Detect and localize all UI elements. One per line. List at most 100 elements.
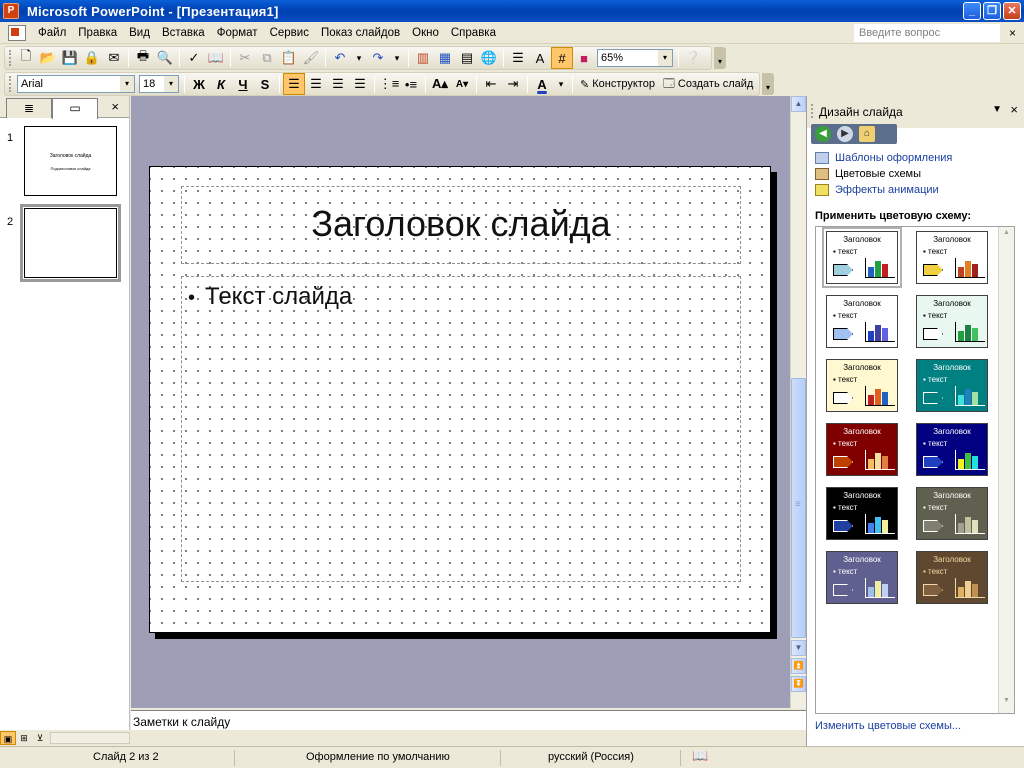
scroll-up-icon[interactable]: ▲ xyxy=(1000,229,1013,243)
spelling-status-icon[interactable]: 📖 xyxy=(692,748,708,764)
justify-icon[interactable]: ☰ xyxy=(349,73,371,95)
color-scheme-option[interactable]: Заголовок ▪ текст xyxy=(916,295,988,348)
font-color-icon[interactable]: A xyxy=(531,73,553,95)
print-preview-icon[interactable]: 🔍 xyxy=(154,47,176,69)
gallery-scrollbar[interactable]: ▲ ▼ xyxy=(998,227,1014,713)
insert-chart-icon[interactable]: ▥ xyxy=(412,47,434,69)
bullets-icon[interactable]: •≡ xyxy=(400,73,422,95)
italic-button[interactable]: К xyxy=(210,73,232,95)
horizontal-scrollbar[interactable] xyxy=(50,732,130,744)
link-color-schemes[interactable]: Цветовые схемы xyxy=(815,168,921,180)
underline-button[interactable]: Ч xyxy=(232,73,254,95)
menu-format[interactable]: Формат xyxy=(211,23,264,43)
toolbar-options-icon[interactable]: ▾ xyxy=(762,73,774,95)
scroll-down-icon[interactable]: ▼ xyxy=(1000,697,1013,711)
align-center-icon[interactable]: ☰ xyxy=(305,73,327,95)
zoom-select[interactable]: 65% ▾ xyxy=(597,49,673,67)
help-question-input[interactable]: Введите вопрос xyxy=(854,24,1000,42)
shadow-button[interactable]: S xyxy=(254,73,276,95)
increase-indent-icon[interactable]: ⇥ xyxy=(502,73,524,95)
menu-edit[interactable]: Правка xyxy=(72,23,123,43)
powerpoint-app-icon[interactable]: P xyxy=(3,3,19,19)
designer-button[interactable]: ✎ Конструктор xyxy=(576,78,659,91)
new-document-icon[interactable]: 🗋 xyxy=(15,47,37,69)
scroll-thumb[interactable] xyxy=(791,378,806,638)
color-scheme-option[interactable]: Заголовок ▪ текст xyxy=(826,295,898,348)
task-pane-menu-icon[interactable]: ▼ xyxy=(992,104,1002,115)
research-icon[interactable]: 📖 xyxy=(205,47,227,69)
tab-outline[interactable]: ≣ xyxy=(6,98,52,118)
color-grayscale-icon[interactable]: ■ xyxy=(573,47,595,69)
help-icon[interactable]: ❔ xyxy=(682,47,704,69)
email-icon[interactable]: ✉ xyxy=(103,47,125,69)
expand-all-icon[interactable]: ☰ xyxy=(507,47,529,69)
menu-slideshow[interactable]: Показ слайдов xyxy=(315,23,406,43)
link-design-templates[interactable]: Шаблоны оформления xyxy=(815,152,952,164)
document-icon[interactable] xyxy=(8,24,26,41)
back-icon[interactable]: ◀ xyxy=(815,126,831,142)
numbering-icon[interactable]: ⋮≡ xyxy=(378,73,400,95)
menu-help[interactable]: Справка xyxy=(445,23,502,43)
chevron-down-icon[interactable]: ▾ xyxy=(120,76,134,92)
slide-thumbnail-1[interactable]: Заголовок слайда Подзаголовок слайда xyxy=(24,126,117,196)
format-painter-icon[interactable]: 🖌 xyxy=(300,47,322,69)
font-select[interactable]: Arial ▾ xyxy=(17,75,135,93)
color-scheme-option[interactable]: Заголовок ▪ текст xyxy=(916,359,988,412)
minimize-button[interactable]: _ xyxy=(963,2,981,20)
notes-field[interactable]: Заметки к слайду xyxy=(131,710,806,730)
title-placeholder[interactable]: Заголовок слайда xyxy=(181,186,741,264)
color-scheme-option[interactable]: Заголовок ▪ текст xyxy=(826,551,898,604)
redo-icon[interactable]: ↷ xyxy=(367,47,389,69)
toolbar-grip[interactable] xyxy=(9,50,12,66)
next-slide-icon[interactable]: ⏬ xyxy=(791,676,806,692)
slide-sorter-view-icon[interactable]: ⊞ xyxy=(16,731,32,745)
close-icon[interactable]: × xyxy=(1010,102,1018,117)
link-animation-schemes[interactable]: Эффекты анимации xyxy=(815,184,939,196)
chevron-down-icon[interactable]: ▾ xyxy=(658,50,672,66)
color-scheme-option[interactable]: Заголовок ▪ текст xyxy=(822,227,902,288)
body-placeholder[interactable]: • Текст слайда xyxy=(181,276,741,582)
save-icon[interactable]: 💾 xyxy=(59,47,81,69)
undo-icon[interactable]: ↶ xyxy=(329,47,351,69)
close-icon[interactable]: × xyxy=(111,98,119,116)
insert-table-icon[interactable]: ▦ xyxy=(434,47,456,69)
new-slide-button[interactable]: 🗔 Создать слайд xyxy=(659,75,757,94)
color-scheme-option[interactable]: Заголовок ▪ текст xyxy=(826,423,898,476)
open-folder-icon[interactable]: 📂 xyxy=(37,47,59,69)
slideshow-view-icon[interactable]: ⊻ xyxy=(32,731,48,745)
paste-icon[interactable]: 📋 xyxy=(278,47,300,69)
color-scheme-option[interactable]: Заголовок ▪ текст xyxy=(916,231,988,284)
print-icon[interactable]: 🖶 xyxy=(132,47,154,69)
previous-slide-icon[interactable]: ⏫ xyxy=(791,658,806,674)
cut-icon[interactable]: ✂ xyxy=(234,47,256,69)
menu-tools[interactable]: Сервис xyxy=(264,23,315,43)
bold-button[interactable]: Ж xyxy=(188,73,210,95)
redo-dropdown-icon[interactable]: ▾ xyxy=(389,47,405,69)
restore-button[interactable]: ❐ xyxy=(983,2,1001,20)
color-scheme-option[interactable]: Заголовок ▪ текст xyxy=(916,551,988,604)
menu-insert[interactable]: Вставка xyxy=(156,23,211,43)
toolbar-grip[interactable] xyxy=(9,76,12,92)
menu-view[interactable]: Вид xyxy=(123,23,156,43)
undo-dropdown-icon[interactable]: ▾ xyxy=(351,47,367,69)
close-window-button[interactable]: ✕ xyxy=(1003,2,1021,20)
forward-icon[interactable]: ▶ xyxy=(837,126,853,142)
color-scheme-option[interactable]: Заголовок ▪ текст xyxy=(826,359,898,412)
align-left-icon[interactable]: ☰ xyxy=(283,73,305,95)
show-formatting-icon[interactable]: A xyxy=(529,47,551,69)
spelling-icon[interactable]: ✓ xyxy=(183,47,205,69)
edit-color-schemes-link[interactable]: Изменить цветовые схемы... xyxy=(815,720,961,732)
tab-slides[interactable]: ▭ xyxy=(52,98,98,119)
scroll-up-icon[interactable]: ▲ xyxy=(791,96,806,112)
copy-icon[interactable]: ⧉ xyxy=(256,47,278,69)
tables-borders-icon[interactable]: ▤ xyxy=(456,47,478,69)
show-grid-icon[interactable]: # xyxy=(551,47,573,69)
permission-icon[interactable]: 🔒 xyxy=(81,47,103,69)
menu-file[interactable]: Файл xyxy=(32,23,72,43)
toolbar-options-icon[interactable]: ▾ xyxy=(714,47,726,69)
decrease-indent-icon[interactable]: ⇤ xyxy=(480,73,502,95)
align-right-icon[interactable]: ☰ xyxy=(327,73,349,95)
scroll-down-icon[interactable]: ▼ xyxy=(791,640,806,656)
task-pane-grip[interactable] xyxy=(811,104,814,118)
home-icon[interactable]: ⌂ xyxy=(859,126,875,142)
